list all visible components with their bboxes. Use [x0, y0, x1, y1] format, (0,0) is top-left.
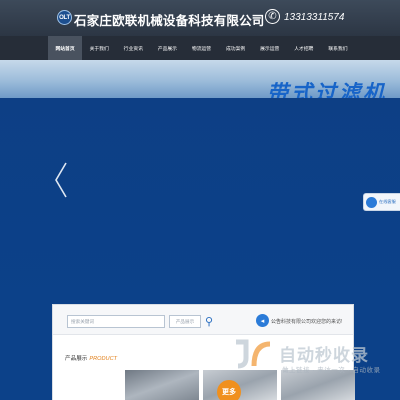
- watermark: 自动秒收录 做上链接 · 来访一次 · 自动收录: [232, 338, 392, 378]
- nav-item[interactable]: 联系我们: [321, 36, 355, 60]
- nav-item[interactable]: 人才招聘: [287, 36, 321, 60]
- chevron-left-icon[interactable]: [52, 160, 70, 200]
- nav-item[interactable]: 物流运营: [184, 36, 218, 60]
- service-avatar-icon: [366, 196, 377, 208]
- hero-banner: 带式过滤机: [0, 60, 400, 300]
- online-service-button[interactable]: 在线客服: [363, 193, 400, 211]
- more-badge[interactable]: 更多: [217, 380, 241, 400]
- nav-item[interactable]: 成功案例: [219, 36, 253, 60]
- phone-number: 13313311574: [284, 12, 345, 23]
- speaker-icon: ◂: [256, 314, 269, 327]
- products-heading-cn: 产品展示: [65, 356, 88, 362]
- nav-item[interactable]: 行业资讯: [116, 36, 150, 60]
- watermark-title: 自动秒收录: [279, 346, 369, 365]
- company-logo[interactable]: OLT: [57, 10, 72, 25]
- search-input[interactable]: 搜索关键词: [67, 315, 165, 328]
- nav-items: 网站首页 关于我们 行业资讯 产品展示 物流运营 成功案例 展示运营 人才招聘 联系我们: [48, 36, 355, 60]
- online-service-label: 在线客服: [379, 199, 396, 204]
- main-nav: 网站首页 关于我们 行业资讯 产品展示 物流运营 成功案例 展示运营 人才招聘 联系我们: [0, 36, 400, 60]
- site-header: OLT 石家庄欧联机械设备科技有限公司 ✆ 13313311574: [0, 0, 400, 36]
- search-category-select[interactable]: 产品展示: [169, 315, 201, 328]
- nav-item[interactable]: 网站首页: [48, 36, 83, 60]
- product-image[interactable]: [125, 370, 199, 400]
- watermark-subtitle: 做上链接 · 来访一次 · 自动收录: [282, 367, 381, 374]
- nav-item[interactable]: 展示运营: [253, 36, 287, 60]
- phone-icon: ✆: [265, 9, 280, 24]
- notice-text[interactable]: 科技有限公司欢迎您的来访!: [281, 318, 342, 325]
- products-heading-en: PRODUCT: [89, 356, 118, 362]
- search-bar: 搜索关键词 产品展示 ⚲ ◂ 公告: 科技有限公司欢迎您的来访!: [53, 305, 353, 335]
- company-name: 石家庄欧联机械设备科技有限公司: [74, 14, 265, 28]
- watermark-logo-icon: [232, 338, 276, 370]
- nav-item[interactable]: 产品展示: [150, 36, 184, 60]
- nav-item[interactable]: 关于我们: [82, 36, 116, 60]
- search-icon[interactable]: ⚲: [201, 313, 217, 329]
- banner-slide: [0, 98, 400, 300]
- products-heading: 产品展示 PRODUCT: [65, 354, 117, 362]
